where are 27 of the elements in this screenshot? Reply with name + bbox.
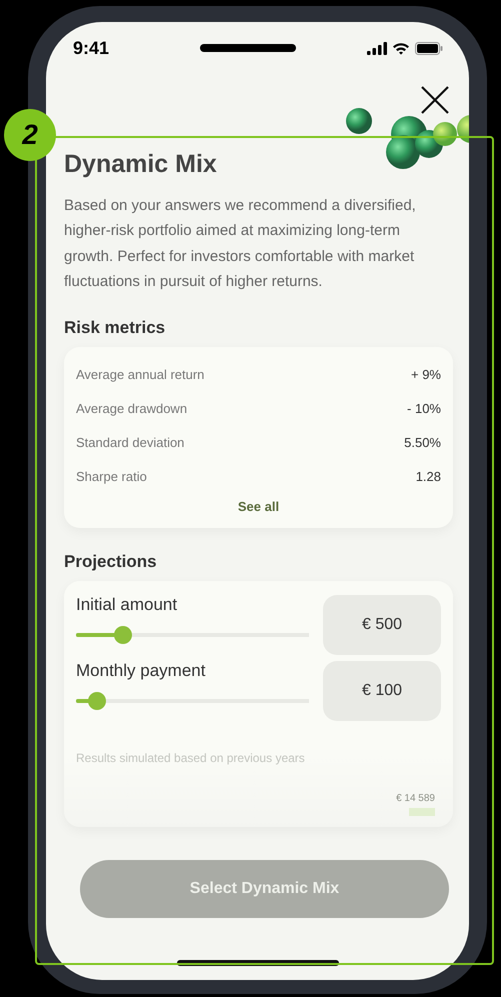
metric-label: Standard deviation <box>76 434 184 450</box>
result-value: € 14 589 <box>396 793 435 804</box>
close-button[interactable] <box>419 84 451 116</box>
status-time: 9:41 <box>73 38 110 58</box>
metric-label: Average drawdown <box>76 400 188 416</box>
amount-field[interactable]: € 500 <box>323 595 441 656</box>
plan-description: Based on your answers we recommend a diversified, higher-risk portfolio aimed at maximizing long-term growth. Perfect for investors comfortable with market fluctuations in pursuit of higher returns. <box>64 196 417 292</box>
see-all-link[interactable]: See all <box>236 497 282 516</box>
wifi-icon <box>392 42 410 54</box>
input-label: Monthly payment <box>76 661 206 682</box>
metric-value: 1.28 <box>416 468 441 484</box>
section-heading: Risk metrics <box>64 318 166 338</box>
slider-thumb[interactable] <box>114 626 132 644</box>
metric-label: Sharpe ratio <box>76 468 147 484</box>
metric-label: Average annual return <box>76 366 204 382</box>
amount-field[interactable]: € 100 <box>323 661 441 722</box>
result-bar <box>409 808 435 816</box>
slider-thumb[interactable] <box>88 692 106 710</box>
section-heading: Projections <box>64 552 158 572</box>
plan-title: Dynamic Mix <box>64 150 218 179</box>
input-label: Initial amount <box>76 595 178 616</box>
metric-value: - 10% <box>407 400 441 416</box>
battery-icon <box>415 42 443 54</box>
metric-value: 5.50% <box>404 434 441 450</box>
step-badge: 2 <box>4 109 56 161</box>
signal-icon <box>367 42 387 54</box>
metric-value: + 9% <box>411 366 441 382</box>
